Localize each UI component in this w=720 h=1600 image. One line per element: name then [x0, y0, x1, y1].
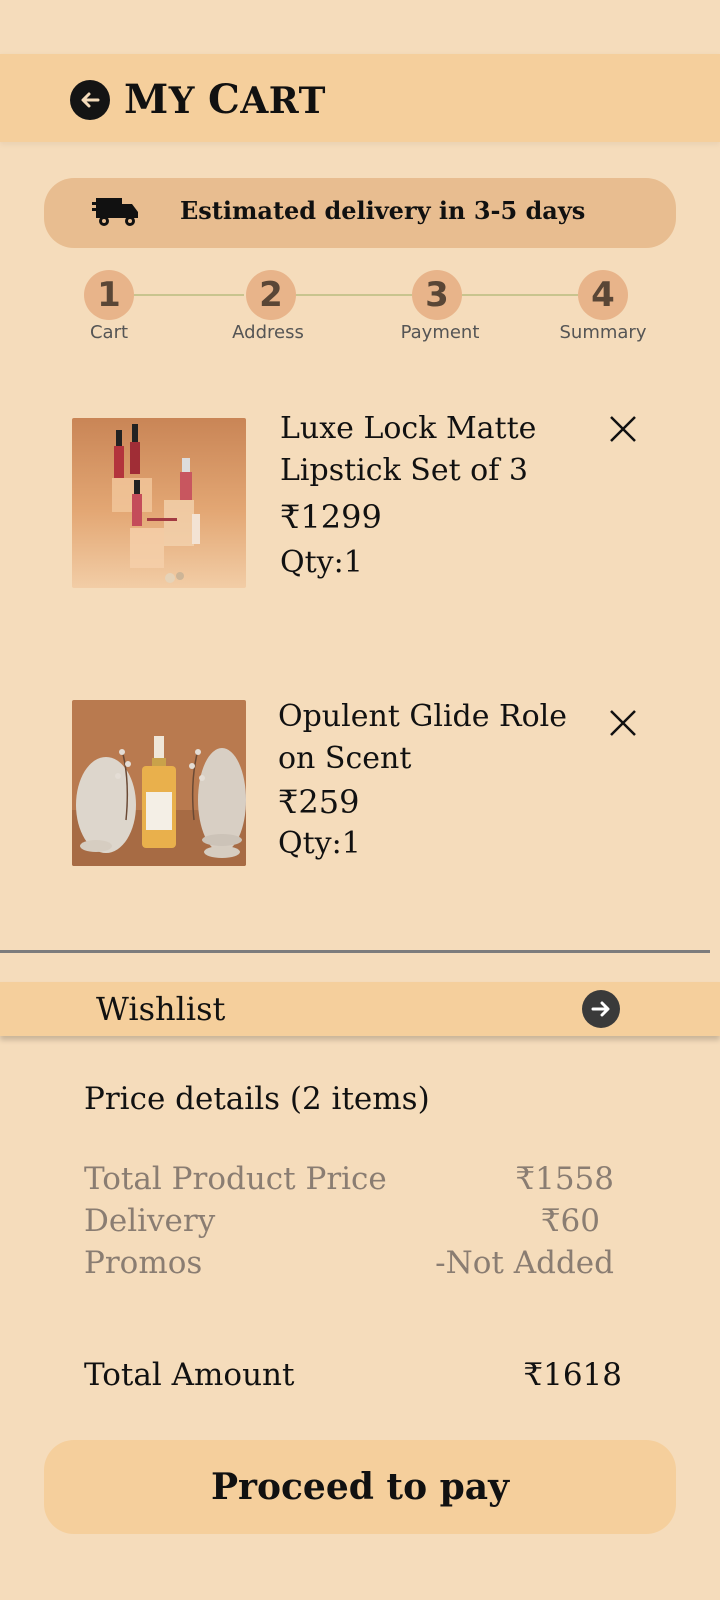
product-price: ₹259: [278, 783, 360, 821]
step-1-circle[interactable]: 1: [84, 270, 134, 320]
price-row-delivery: Delivery ₹60: [84, 1200, 600, 1242]
product-image-lipstick[interactable]: [72, 418, 246, 588]
price-details-title: Price details (2 items): [84, 1081, 430, 1117]
step-connector: [294, 294, 412, 296]
remove-item-close-icon[interactable]: [608, 708, 638, 738]
price-row-total-product: Total Product Price ₹1558: [84, 1158, 614, 1200]
price-row-value: -Not Added: [435, 1245, 614, 1281]
total-amount-value: ₹1618: [523, 1357, 622, 1393]
wishlist-arrow-button[interactable]: [582, 990, 620, 1028]
step-3-label: Payment: [400, 322, 480, 343]
step-2-circle[interactable]: 2: [246, 270, 296, 320]
back-button[interactable]: [70, 80, 110, 120]
price-row-label: Total Product Price: [84, 1161, 387, 1197]
step-4-label: Summary: [559, 322, 647, 343]
price-row-promos: Promos -Not Added: [84, 1242, 614, 1284]
page-title: MY CART: [124, 76, 326, 123]
section-divider: [0, 950, 710, 953]
step-2-label: Address: [232, 322, 304, 343]
wishlist-label[interactable]: Wishlist: [96, 988, 225, 1030]
back-arrow-icon: [81, 92, 100, 108]
product-image-scent[interactable]: [72, 700, 246, 866]
price-row-label: Promos: [84, 1245, 203, 1281]
step-1-label: Cart: [89, 322, 129, 343]
step-connector: [462, 294, 578, 296]
total-amount-row: Total Amount ₹1618: [84, 1354, 622, 1396]
product-qty[interactable]: Qty:1: [280, 543, 363, 583]
proceed-to-pay-button[interactable]: Proceed to pay: [44, 1440, 676, 1534]
price-row-value: ₹1558: [515, 1161, 614, 1197]
remove-item-close-icon[interactable]: [608, 414, 638, 444]
step-connector: [132, 294, 244, 296]
delivery-truck-icon: [92, 198, 138, 226]
price-row-value: ₹60: [540, 1203, 600, 1239]
product-qty[interactable]: Qty:1: [278, 824, 361, 864]
total-amount-label: Total Amount: [84, 1357, 295, 1393]
arrow-right-icon: [591, 1001, 610, 1017]
step-4-circle[interactable]: 4: [578, 270, 628, 320]
delivery-estimate-text: Estimated delivery in 3-5 days: [180, 196, 586, 225]
product-price: ₹1299: [280, 498, 382, 536]
price-row-label: Delivery: [84, 1203, 216, 1239]
step-3-circle[interactable]: 3: [412, 270, 462, 320]
product-name[interactable]: Opulent Glide Role on Scent: [278, 696, 578, 780]
product-name[interactable]: Luxe Lock Matte Lipstick Set of 3: [280, 408, 580, 492]
